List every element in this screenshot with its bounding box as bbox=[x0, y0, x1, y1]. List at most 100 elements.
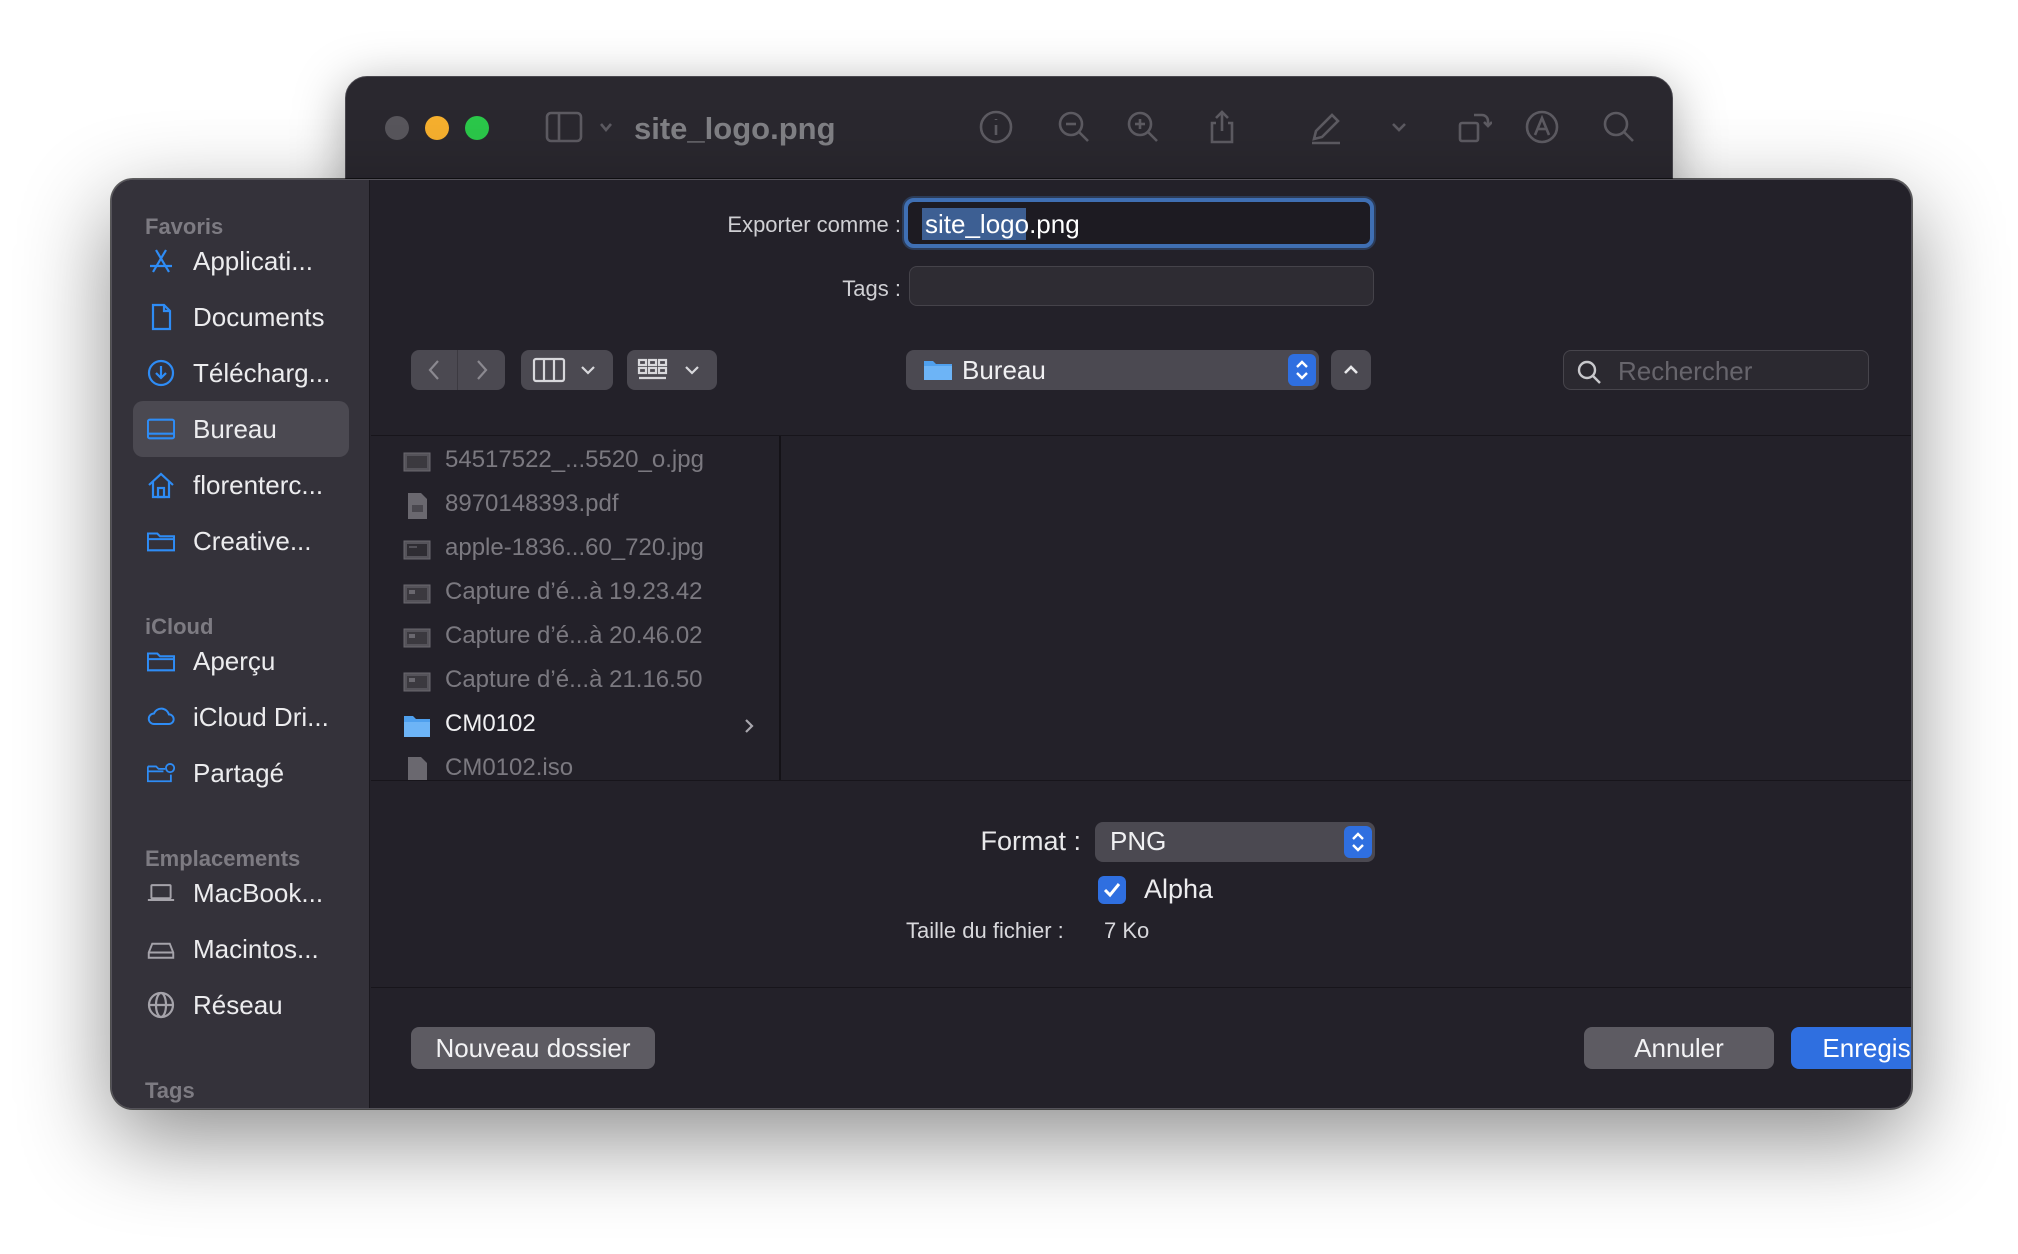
desktop-icon bbox=[147, 415, 175, 443]
search-field[interactable]: Rechercher bbox=[1563, 350, 1869, 390]
file-row[interactable]: 54517522_...5520_o.jpg bbox=[371, 440, 779, 484]
zoom-in-icon[interactable] bbox=[1123, 107, 1163, 147]
sidebar-item-downloads[interactable]: Télécharg... bbox=[133, 345, 349, 401]
cancel-button[interactable]: Annuler bbox=[1584, 1027, 1774, 1069]
grid-icon bbox=[637, 358, 699, 380]
chevron-down-icon[interactable] bbox=[1386, 107, 1412, 147]
up-down-chevron-icon bbox=[1344, 826, 1372, 858]
file-name: 54517522_...5520_o.jpg bbox=[445, 446, 704, 473]
expand-collapse-button[interactable] bbox=[1331, 350, 1371, 390]
search-icon[interactable] bbox=[1599, 107, 1639, 147]
forward-icon[interactable] bbox=[458, 350, 505, 390]
search-placeholder: Rechercher bbox=[1618, 356, 1753, 386]
close-window-button[interactable] bbox=[385, 116, 409, 140]
sidebar-item-reseau[interactable]: Réseau bbox=[133, 977, 349, 1033]
sidebar-toggle-icon[interactable] bbox=[541, 107, 621, 147]
minimize-window-button[interactable] bbox=[425, 116, 449, 140]
file-name: Capture d’é...à 21.16.50 bbox=[445, 666, 703, 693]
file-row[interactable]: apple-1836...60_720.jpg bbox=[371, 528, 779, 572]
sidebar-item-label: Documents bbox=[193, 301, 325, 332]
file-name: CM0102 bbox=[445, 710, 536, 737]
sidebar-item-apercu[interactable]: Aperçu bbox=[133, 633, 349, 689]
image-file-icon bbox=[403, 452, 431, 472]
format-popup[interactable]: PNG bbox=[1095, 822, 1375, 862]
sidebar: Favoris Applicati... Documents Télécharg… bbox=[112, 180, 370, 1108]
sidebar-item-label: Bureau bbox=[193, 413, 277, 444]
filename-text: site_logo.png bbox=[925, 209, 1080, 239]
sidebar-item-label: iCloud Dri... bbox=[193, 701, 329, 732]
zoom-out-icon[interactable] bbox=[1054, 107, 1094, 147]
laptop-icon bbox=[147, 879, 175, 907]
annotate-icon[interactable] bbox=[1522, 107, 1562, 147]
sidebar-item-documents[interactable]: Documents bbox=[133, 289, 349, 345]
back-forward-buttons[interactable] bbox=[411, 350, 505, 390]
filesize-value: 7 Ko bbox=[1104, 918, 1150, 943]
file-name: 8970148393.pdf bbox=[445, 490, 619, 517]
screenshot-file-icon bbox=[403, 628, 431, 648]
file-row[interactable]: Capture d’é...à 19.23.42 bbox=[371, 572, 779, 616]
sidebar-item-label: MacBook... bbox=[193, 877, 324, 908]
disk-icon bbox=[147, 935, 175, 963]
file-row[interactable]: 8970148393.pdf bbox=[371, 484, 779, 528]
new-folder-button[interactable]: Nouveau dossier bbox=[411, 1027, 655, 1069]
cloud-icon bbox=[147, 703, 175, 731]
file-browser-column[interactable]: 54517522_...5520_o.jpg 8970148393.pdf ap… bbox=[371, 436, 781, 780]
sidebar-section-tags: Tags bbox=[145, 1078, 195, 1103]
file-name: apple-1836...60_720.jpg bbox=[445, 534, 704, 561]
chevron-right-icon bbox=[743, 717, 755, 740]
sidebar-item-applications[interactable]: Applicati... bbox=[133, 233, 349, 289]
location-popup[interactable]: Bureau bbox=[906, 350, 1319, 390]
up-down-chevron-icon bbox=[1288, 354, 1316, 386]
format-value: PNG bbox=[1110, 826, 1167, 856]
sidebar-item-macbook[interactable]: MacBook... bbox=[133, 865, 349, 921]
sidebar-item-partage[interactable]: Partagé bbox=[133, 745, 349, 801]
sidebar-item-label: Télécharg... bbox=[193, 357, 331, 388]
folder-icon bbox=[147, 527, 175, 555]
image-file-icon bbox=[403, 540, 431, 560]
sidebar-item-macintosh-hd[interactable]: Macintos... bbox=[133, 921, 349, 977]
chevron-up-icon bbox=[1344, 365, 1358, 374]
file-name: Capture d’é...à 19.23.42 bbox=[445, 578, 703, 605]
applications-icon bbox=[147, 247, 175, 275]
dialog-main: Exporter comme : site_logo site_logo.png… bbox=[371, 180, 1911, 1108]
file-row[interactable]: Capture d’é...à 20.46.02 bbox=[371, 616, 779, 660]
tags-field[interactable] bbox=[909, 266, 1374, 306]
zoom-window-button[interactable] bbox=[465, 116, 489, 140]
folder-row[interactable]: CM0102 bbox=[371, 704, 779, 748]
home-icon bbox=[147, 471, 175, 499]
downloads-icon bbox=[147, 359, 175, 387]
file-row[interactable]: CM0102.iso bbox=[371, 748, 779, 780]
divider bbox=[371, 780, 1911, 781]
sidebar-item-home[interactable]: florenterc... bbox=[133, 457, 349, 513]
folder-icon bbox=[404, 716, 430, 737]
filesize-label: Taille du fichier : bbox=[906, 918, 1064, 943]
tags-label: Tags : bbox=[842, 276, 901, 301]
window-title: site_logo.png bbox=[634, 111, 836, 146]
location-label: Bureau bbox=[962, 355, 1046, 385]
sidebar-item-label: Applicati... bbox=[193, 245, 313, 276]
export-filename-field[interactable]: site_logo site_logo.png bbox=[904, 198, 1374, 248]
columns-view-icon bbox=[532, 357, 595, 383]
alpha-checkbox[interactable] bbox=[1098, 876, 1126, 904]
rotate-icon[interactable] bbox=[1454, 107, 1494, 147]
alpha-label[interactable]: Alpha bbox=[1144, 874, 1213, 905]
file-row[interactable]: Capture d’é...à 21.16.50 bbox=[371, 660, 779, 704]
search-icon bbox=[1576, 359, 1602, 390]
sidebar-item-label: florenterc... bbox=[193, 469, 324, 500]
markup-pen-icon[interactable] bbox=[1306, 107, 1346, 147]
group-button[interactable] bbox=[627, 350, 717, 390]
disk-image-file-icon bbox=[408, 757, 427, 780]
file-name: Capture d’é...à 20.46.02 bbox=[445, 622, 703, 649]
divider bbox=[371, 987, 1911, 988]
back-icon[interactable] bbox=[411, 350, 458, 390]
info-icon[interactable] bbox=[976, 107, 1016, 147]
document-icon bbox=[147, 303, 175, 331]
sidebar-item-bureau[interactable]: Bureau bbox=[133, 401, 349, 457]
view-mode-button[interactable] bbox=[521, 350, 613, 390]
save-button[interactable]: Enregistrer bbox=[1791, 1027, 1911, 1069]
sidebar-item-icloud-drive[interactable]: iCloud Dri... bbox=[133, 689, 349, 745]
sidebar-item-label: Creative... bbox=[193, 525, 312, 556]
sidebar-item-creative[interactable]: Creative... bbox=[133, 513, 349, 569]
share-icon[interactable] bbox=[1202, 107, 1242, 147]
pdf-file-icon bbox=[408, 493, 427, 519]
